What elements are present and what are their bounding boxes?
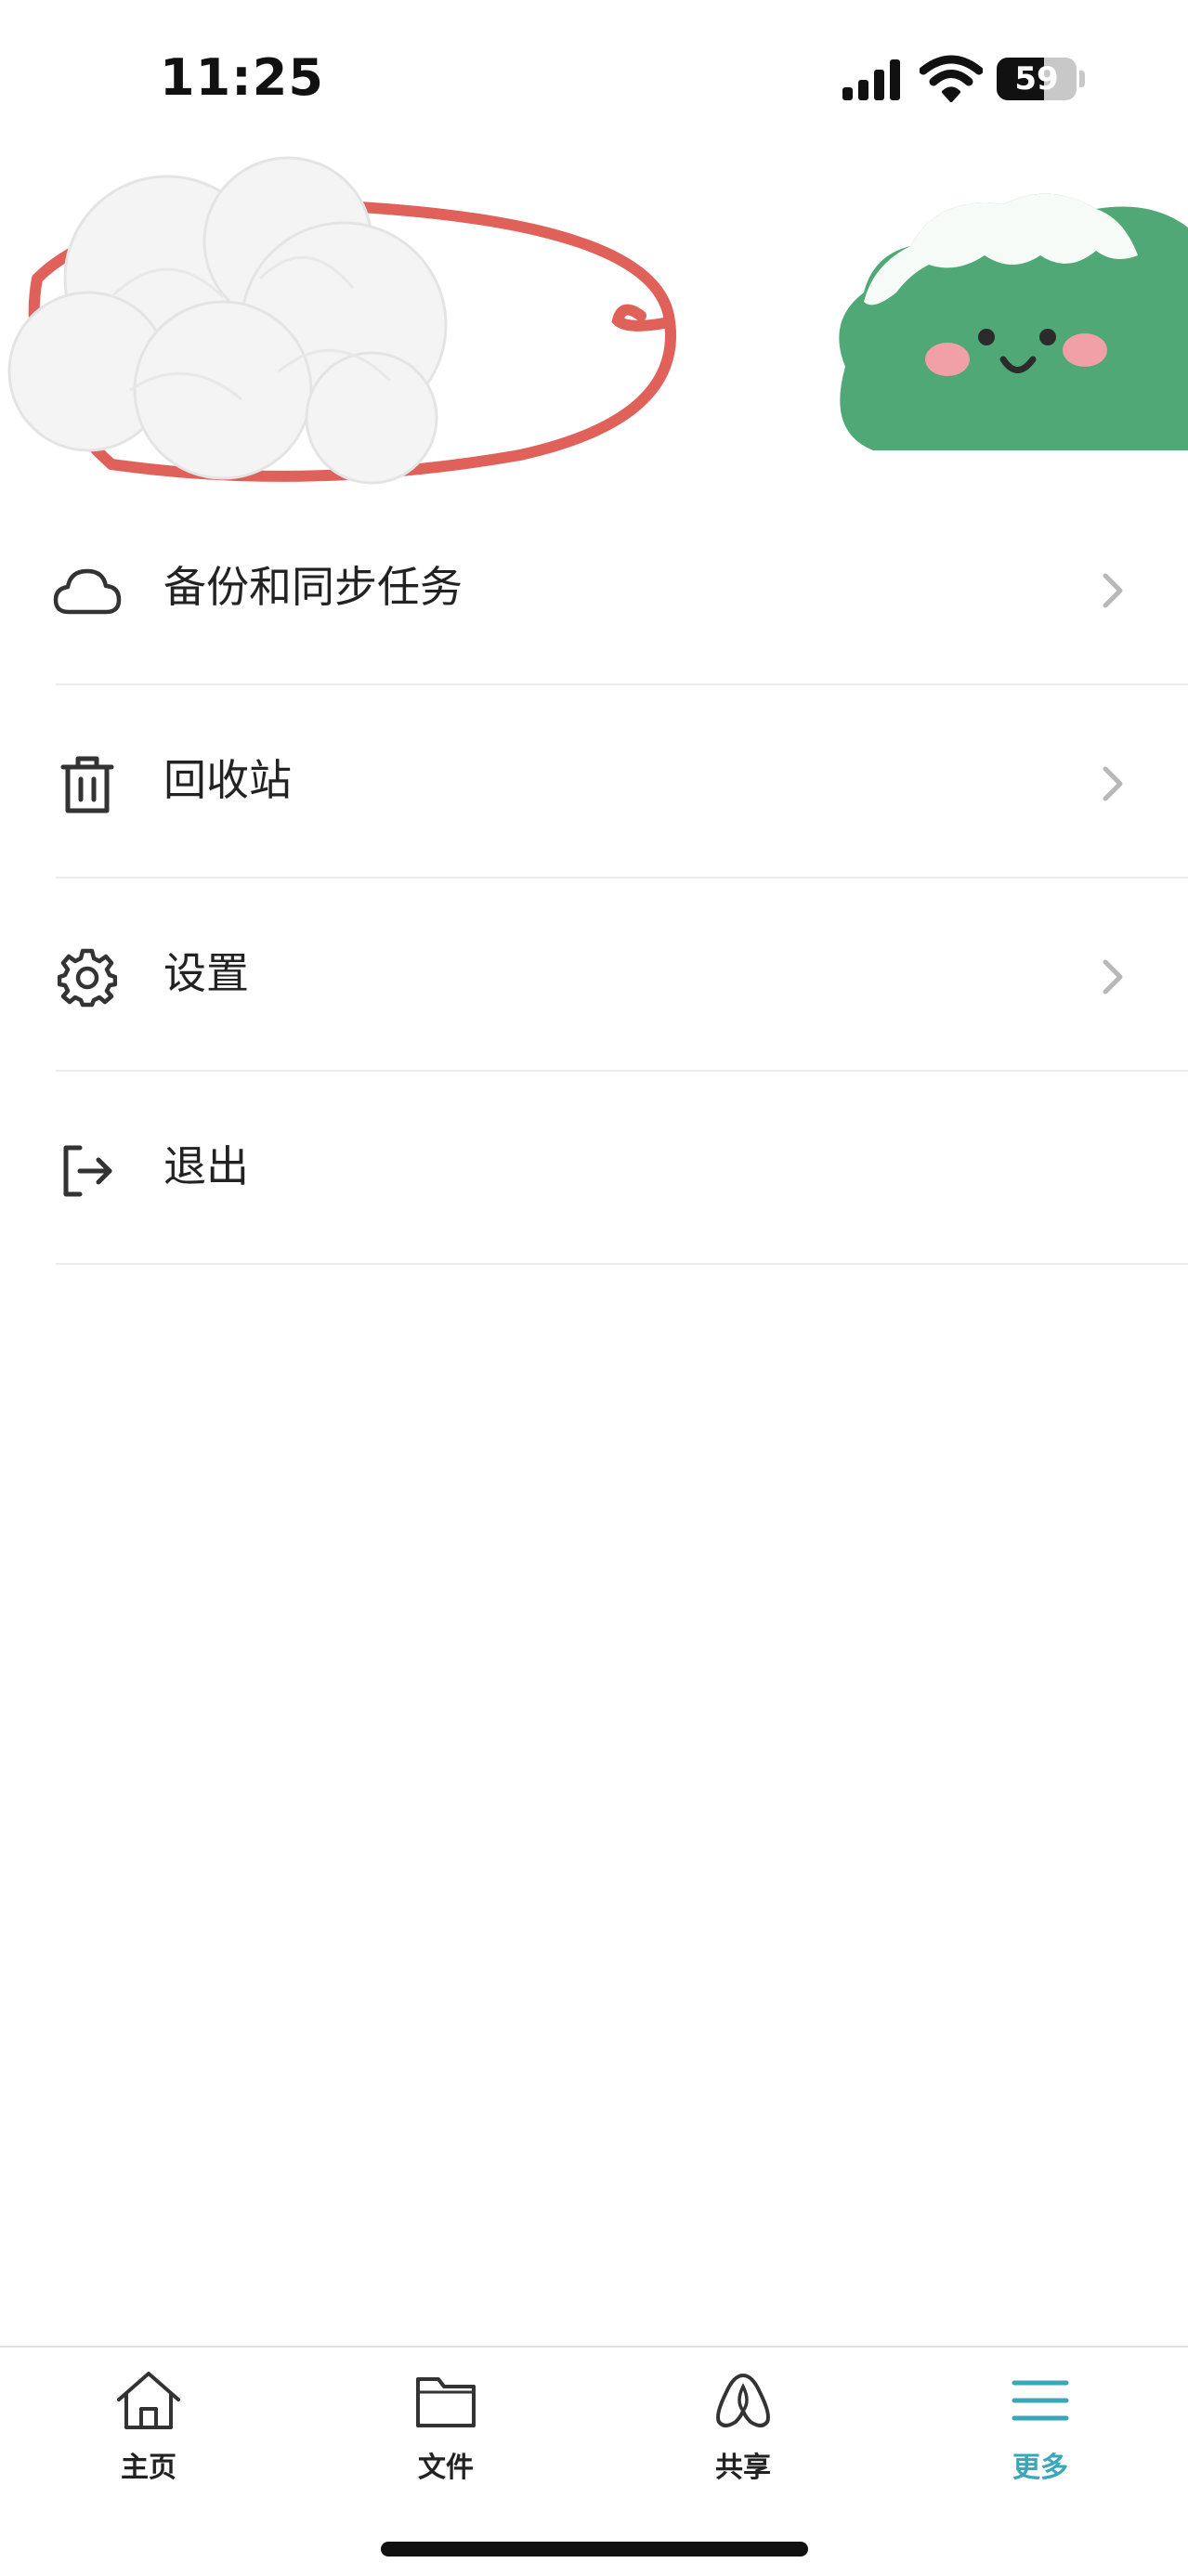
battery-level: 59 (1014, 60, 1059, 98)
trash-icon (52, 754, 123, 815)
menu-item-backup-sync[interactable]: 备份和同步任务 (0, 492, 1188, 685)
menu-item-label: 退出 (163, 1141, 249, 1191)
more-page: 11:25 59 备份和同步任务 回收站 设置 退出 主页 文件 共享 更多 (0, 0, 1188, 2576)
tab-label: 共享 (715, 2452, 771, 2484)
cloud-icon (52, 561, 123, 622)
logout-icon (52, 1140, 123, 1202)
menu-item-label: 设置 (163, 948, 249, 998)
tab-more[interactable]: 更多 (947, 2368, 1133, 2507)
menu-icon (1012, 2380, 1069, 2421)
chevron-right-icon (1103, 766, 1123, 801)
tab-label: 文件 (418, 2452, 474, 2484)
wifi-icon (920, 55, 983, 102)
menu-item-label: 回收站 (163, 755, 292, 805)
status-bar: 11:25 59 (0, 0, 1188, 149)
folder-icon (416, 2377, 476, 2427)
home-indicator[interactable] (381, 2542, 808, 2556)
menu-item-logout[interactable]: 退出 (0, 1072, 1188, 1265)
share-icon (716, 2374, 770, 2427)
avatar-cloud (7, 156, 676, 485)
tab-home[interactable]: 主页 (56, 2368, 242, 2507)
gear-icon (52, 947, 123, 1008)
home-icon (117, 2372, 180, 2429)
tab-label: 主页 (121, 2452, 176, 2484)
menu-item-recycle-bin[interactable]: 回收站 (0, 685, 1188, 878)
status-time: 11:25 (160, 48, 324, 107)
tab-label: 更多 (1012, 2452, 1068, 2484)
menu-item-label: 备份和同步任务 (163, 562, 463, 612)
cellular-signal-icon (842, 59, 900, 100)
battery-indicator: 59 (997, 58, 1077, 100)
chevron-right-icon (1103, 573, 1123, 608)
profile-header (0, 139, 1188, 501)
more-menu: 备份和同步任务 回收站 设置 退出 (0, 492, 1188, 1265)
tab-files[interactable]: 文件 (353, 2368, 539, 2507)
chevron-right-icon (1103, 959, 1123, 995)
battery-cap (1079, 71, 1085, 87)
mascot-avatar (839, 193, 1188, 451)
menu-item-settings[interactable]: 设置 (0, 878, 1188, 1072)
tab-share[interactable]: 共享 (650, 2368, 836, 2507)
